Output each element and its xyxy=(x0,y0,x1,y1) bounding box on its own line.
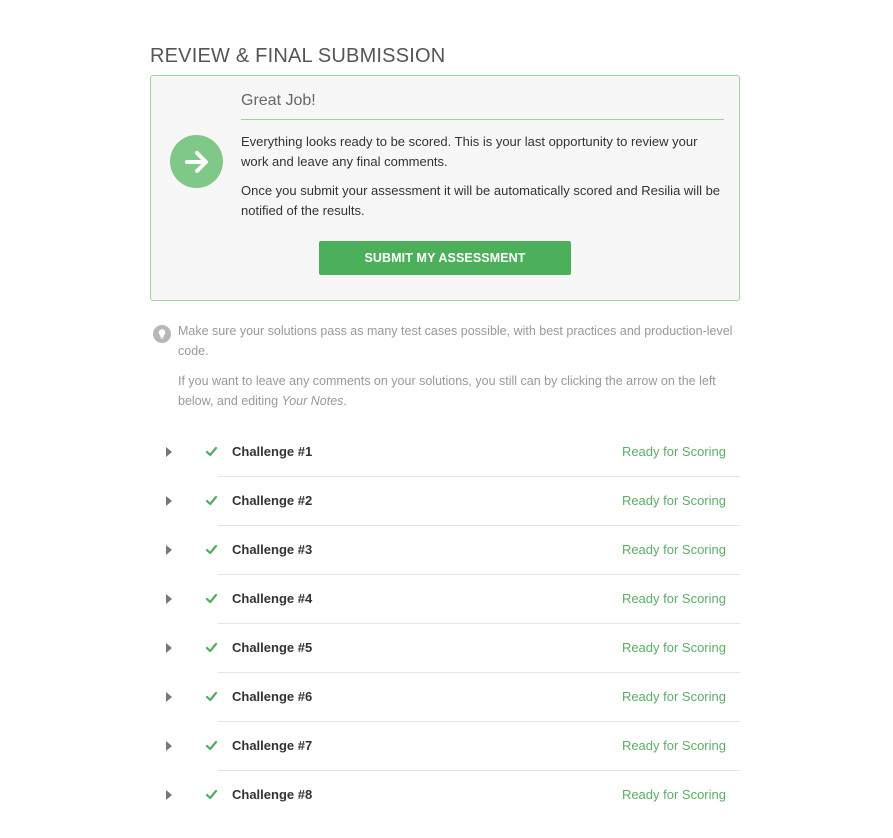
challenge-name: Challenge #3 xyxy=(232,542,313,557)
expand-arrow-icon[interactable] xyxy=(162,690,176,704)
challenge-row: Challenge #7 Ready for Scoring xyxy=(150,722,740,771)
challenge-name: Challenge #2 xyxy=(232,493,313,508)
submit-assessment-button[interactable]: SUBMIT MY ASSESSMENT xyxy=(319,241,571,275)
review-heading: Great Job! xyxy=(241,92,724,120)
challenge-name: Challenge #4 xyxy=(232,591,313,606)
check-icon xyxy=(205,690,218,703)
challenge-status: Ready for Scoring xyxy=(621,738,726,753)
challenge-status: Ready for Scoring xyxy=(621,640,726,655)
tip-text-comments: If you want to leave any comments on you… xyxy=(178,371,740,411)
tip-text-test-cases: Make sure your solutions pass as many te… xyxy=(178,324,733,358)
challenge-row: Challenge #6 Ready for Scoring xyxy=(150,673,740,722)
challenge-row: Challenge #2 Ready for Scoring xyxy=(150,477,740,526)
lightbulb-icon xyxy=(153,325,171,343)
challenge-name: Challenge #6 xyxy=(232,689,313,704)
challenge-status: Ready for Scoring xyxy=(621,493,726,508)
expand-arrow-icon[interactable] xyxy=(162,543,176,557)
challenge-status: Ready for Scoring xyxy=(621,591,726,606)
challenge-row: Challenge #1 Ready for Scoring xyxy=(150,428,740,477)
review-paragraph-submit-info: Once you submit your assessment it will … xyxy=(241,183,721,218)
check-icon xyxy=(205,494,218,507)
challenge-name: Challenge #1 xyxy=(232,444,313,459)
check-icon xyxy=(205,739,218,752)
challenge-status: Ready for Scoring xyxy=(621,787,726,802)
expand-arrow-icon[interactable] xyxy=(162,788,176,802)
expand-arrow-icon[interactable] xyxy=(162,641,176,655)
your-notes-emphasis: Your Notes xyxy=(281,394,344,408)
challenge-row: Challenge #8 Ready for Scoring xyxy=(150,771,740,820)
expand-arrow-icon[interactable] xyxy=(162,445,176,459)
challenge-status: Ready for Scoring xyxy=(621,542,726,557)
challenge-status: Ready for Scoring xyxy=(621,444,726,459)
tip-text-comments-prefix: If you want to leave any comments on you… xyxy=(178,374,716,408)
check-icon xyxy=(205,543,218,556)
page-title: REVIEW & FINAL SUBMISSION xyxy=(150,45,446,68)
expand-arrow-icon[interactable] xyxy=(162,739,176,753)
challenge-row: Challenge #4 Ready for Scoring xyxy=(150,575,740,624)
check-icon xyxy=(205,445,218,458)
challenge-name: Challenge #5 xyxy=(232,640,313,655)
challenge-row: Challenge #3 Ready for Scoring xyxy=(150,526,740,575)
challenge-name: Challenge #7 xyxy=(232,738,313,753)
check-icon xyxy=(205,788,218,801)
arrow-right-circle-icon xyxy=(170,135,223,188)
tip-text-comments-suffix: . xyxy=(343,394,347,408)
challenge-row: Challenge #5 Ready for Scoring xyxy=(150,624,740,673)
review-paragraph-ready: Everything looks ready to be scored. Thi… xyxy=(241,134,698,169)
expand-arrow-icon[interactable] xyxy=(162,592,176,606)
check-icon xyxy=(205,641,218,654)
expand-arrow-icon[interactable] xyxy=(162,494,176,508)
check-icon xyxy=(205,592,218,605)
challenge-name: Challenge #8 xyxy=(232,787,313,802)
challenge-status: Ready for Scoring xyxy=(621,689,726,704)
review-box: Great Job! Everything looks ready to be … xyxy=(150,75,740,301)
